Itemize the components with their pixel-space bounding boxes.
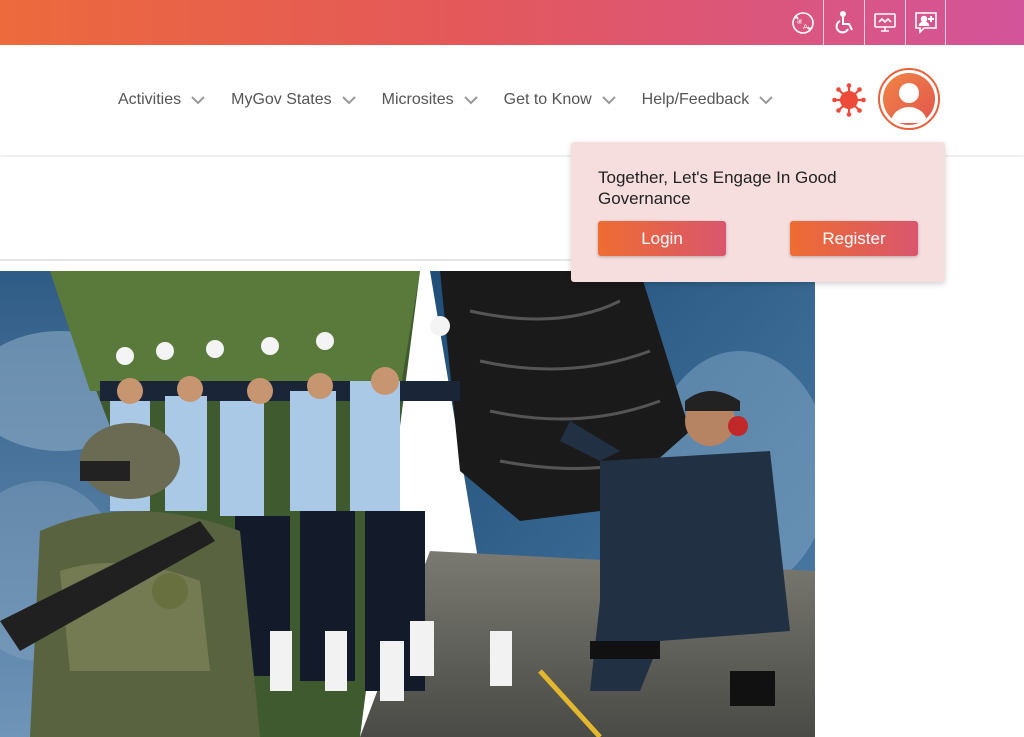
nav-item-label: MyGov States: [231, 91, 332, 108]
chevron-down-icon: [191, 95, 205, 104]
screen-reader-icon[interactable]: [864, 0, 905, 45]
right-blank-panel: [815, 271, 1024, 737]
user-avatar-button[interactable]: [878, 68, 940, 130]
chevron-down-icon: [759, 95, 774, 104]
chevron-down-icon: [601, 95, 616, 104]
add-user-icon[interactable]: [905, 0, 946, 45]
nav-item-activities[interactable]: Activities: [118, 91, 205, 109]
main-header: Activities MyGov States Microsites Get t…: [0, 45, 1024, 155]
nav-item-microsites[interactable]: Microsites: [382, 91, 478, 109]
topbar-divider: [945, 0, 946, 45]
register-button[interactable]: Register: [790, 221, 918, 256]
chevron-down-icon: [341, 95, 356, 104]
nav-item-label: Get to Know: [503, 91, 592, 108]
user-icon: [883, 73, 935, 125]
popup-message: Together, Let's Engage In Good Governanc…: [598, 168, 837, 208]
nav-item-mygov-states[interactable]: MyGov States: [231, 91, 356, 109]
main-navigation: Activities MyGov States Microsites Get t…: [118, 45, 799, 155]
login-register-popup: Together, Let's Engage In Good Governanc…: [571, 142, 945, 282]
top-utility-bar: अ A: [0, 0, 1024, 45]
nav-item-get-to-know[interactable]: Get to Know: [504, 91, 616, 109]
accessibility-icon[interactable]: [823, 0, 864, 45]
language-translate-icon[interactable]: अ A: [783, 0, 823, 45]
nav-item-help-feedback[interactable]: Help/Feedback: [642, 91, 774, 109]
nav-item-label: Microsites: [381, 91, 454, 108]
covid-virus-icon[interactable]: [832, 83, 866, 117]
login-button[interactable]: Login: [598, 221, 726, 256]
svg-text:A: A: [803, 23, 808, 31]
hero-banner-image: [0, 271, 815, 737]
nav-item-label: Help/Feedback: [641, 91, 750, 108]
utility-icons: अ A: [783, 0, 946, 45]
chevron-down-icon: [463, 95, 478, 104]
nav-item-label: Activities: [118, 91, 182, 108]
